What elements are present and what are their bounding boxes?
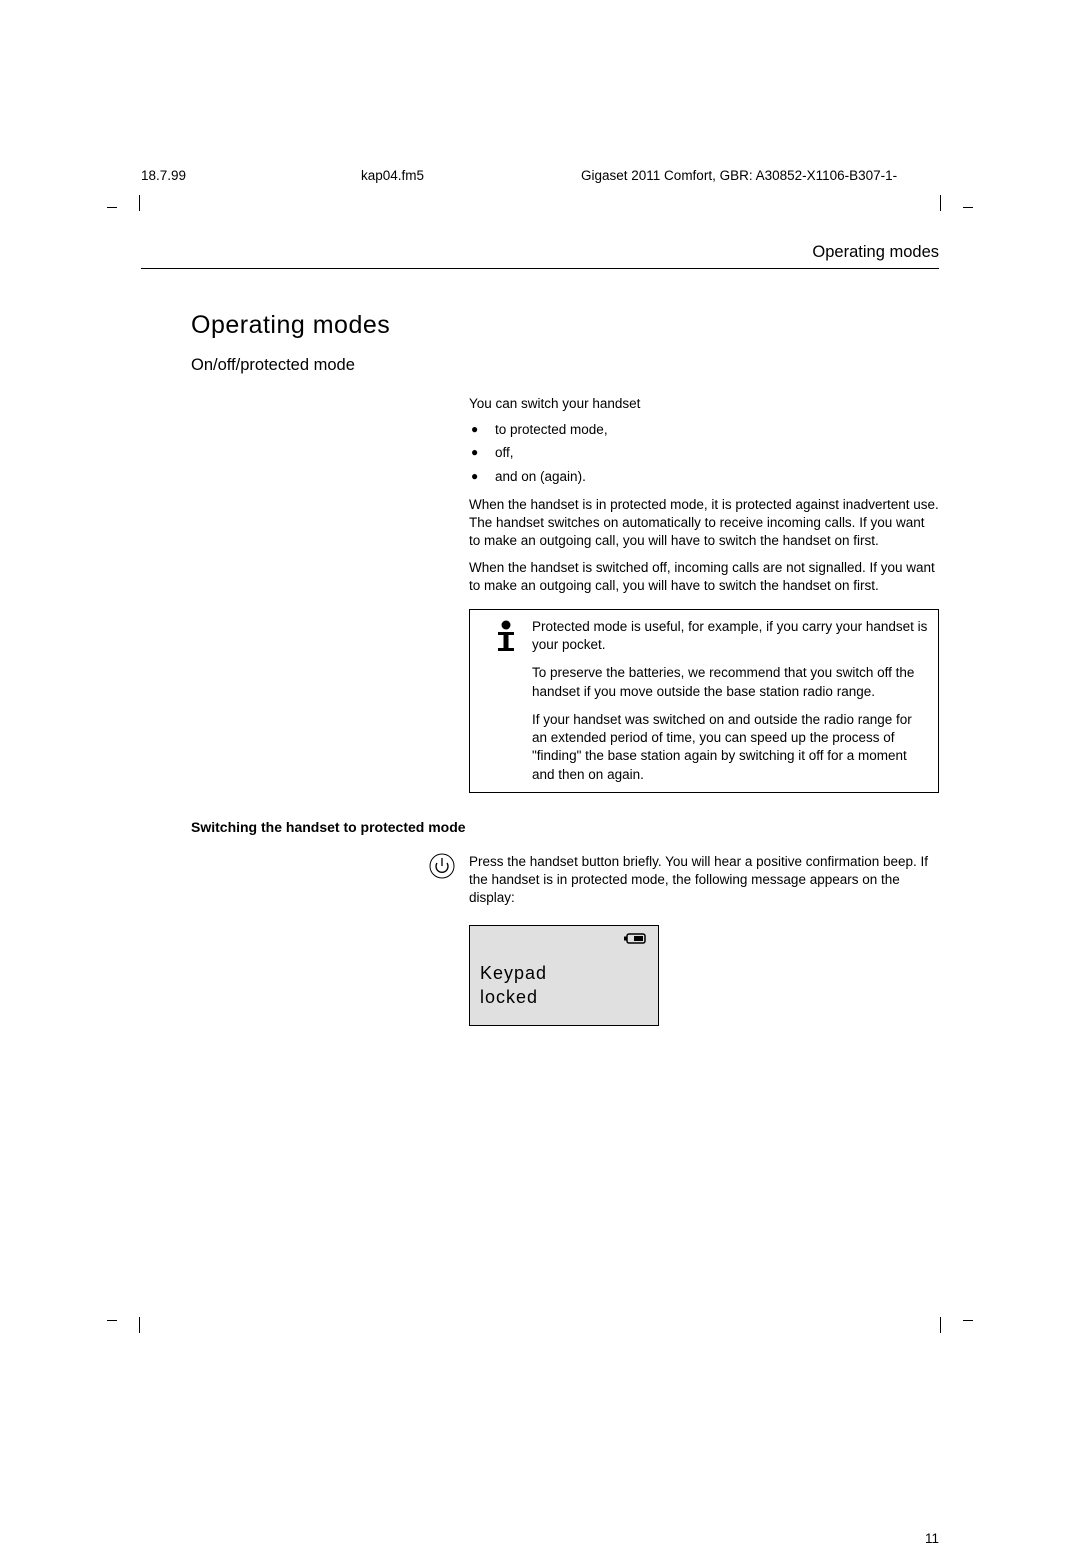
page-title: Operating modes <box>191 311 939 340</box>
info-paragraph: Protected mode is useful, for example, i… <box>532 618 928 654</box>
running-head: Operating modes <box>141 213 939 262</box>
procedure-heading: Switching the handset to protected mode <box>191 819 939 835</box>
page-number: 11 <box>925 1531 939 1546</box>
handset-display: Keypad locked <box>469 925 659 1026</box>
header-meta: 18.7.99 kap04.fm5 Gigaset 2011 Comfort, … <box>141 168 939 213</box>
display-line: Keypad <box>480 961 648 985</box>
bullet-list: to protected mode, off, and on (again). <box>469 421 939 486</box>
info-paragraph: If your handset was switched on and outs… <box>532 711 928 784</box>
header-date: 18.7.99 <box>141 168 186 183</box>
info-icon <box>495 620 517 784</box>
info-paragraph: To preserve the batteries, we recommend … <box>532 664 928 700</box>
power-button-icon <box>429 853 455 1026</box>
list-item: off, <box>469 444 939 462</box>
info-box: Protected mode is useful, for example, i… <box>469 609 939 793</box>
list-item: and on (again). <box>469 468 939 486</box>
display-line: locked <box>480 985 648 1009</box>
header-file: kap04.fm5 <box>361 168 424 183</box>
list-item: to protected mode, <box>469 421 939 439</box>
body-paragraph: When the handset is switched off, incomi… <box>469 559 939 595</box>
header-docid: Gigaset 2011 Comfort, GBR: A30852-X1106-… <box>581 168 897 183</box>
step-text: Press the handset button briefly. You wi… <box>469 853 939 908</box>
battery-icon <box>624 932 648 950</box>
body-paragraph: When the handset is in protected mode, i… <box>469 496 939 551</box>
section-subtitle: On/off/protected mode <box>191 356 939 375</box>
intro-text: You can switch your handset <box>469 395 939 413</box>
divider <box>141 268 939 269</box>
